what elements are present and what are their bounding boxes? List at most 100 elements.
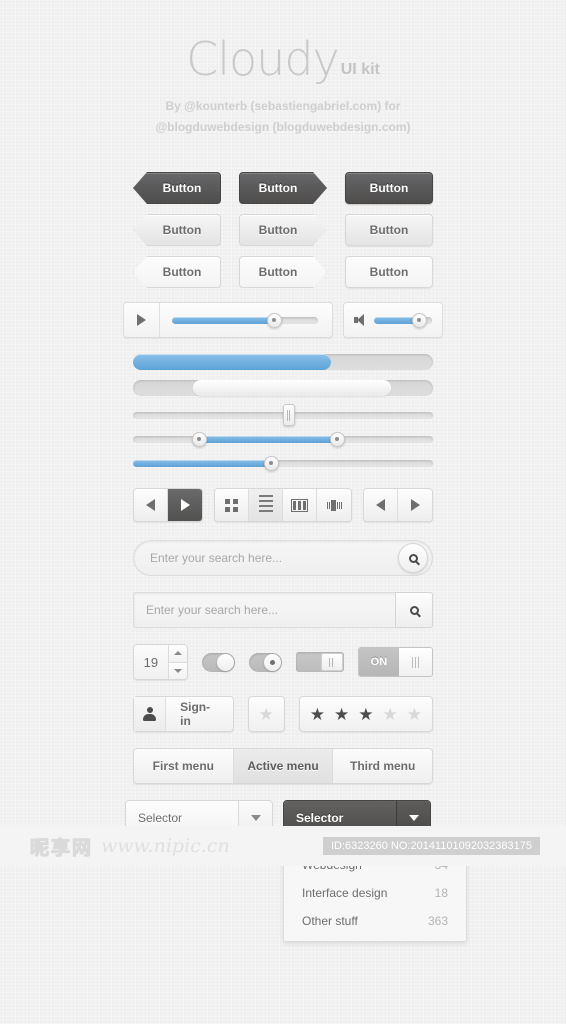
single-star-button[interactable]: ★ <box>247 696 285 732</box>
triangle-right-icon <box>410 499 420 511</box>
search-rounded-button[interactable] <box>398 543 428 573</box>
slider-grip-handle[interactable] <box>283 404 295 426</box>
button-shaded[interactable]: Button <box>345 214 433 246</box>
button-dark[interactable]: Button <box>345 172 433 204</box>
number-stepper[interactable]: 19 <box>133 644 189 680</box>
nav-button-group <box>133 488 203 522</box>
dropdown-item-count: 18 <box>434 886 448 900</box>
slider-grip[interactable] <box>133 404 433 426</box>
dropdown-item[interactable]: Other stuff 363 <box>284 907 466 935</box>
search-icon <box>409 605 419 615</box>
player-progress-track[interactable] <box>172 312 318 328</box>
buttons-section: Button Button Button Button Button Butto… <box>0 172 566 288</box>
star-icon[interactable]: ★ <box>259 706 274 723</box>
toggle-on-off[interactable]: ON <box>357 647 433 677</box>
tab-active-menu[interactable]: Active menu <box>233 749 334 783</box>
pager-next-button[interactable] <box>398 489 432 521</box>
toggle-dot[interactable] <box>249 652 282 672</box>
star-icon[interactable]: ★ <box>334 706 349 723</box>
search-square-input[interactable]: Enter your search here... <box>146 603 395 617</box>
tab-third-menu[interactable]: Third menu <box>333 749 432 783</box>
chevron-down-icon <box>408 815 419 821</box>
dropdown-item[interactable]: Interface design 18 <box>284 879 466 907</box>
nav-prev-button[interactable] <box>134 489 168 521</box>
signin-label: Sign-in <box>180 700 211 728</box>
button-back-dark[interactable]: Button <box>133 172 221 204</box>
stepper-down-button[interactable] <box>168 662 188 679</box>
slider-range-track[interactable] <box>133 435 433 443</box>
pager-prev-button[interactable] <box>364 489 398 521</box>
view-list-button[interactable] <box>249 489 283 521</box>
byline-line-1: By @kounterb (sebastiengabriel.com) for <box>165 99 401 113</box>
play-icon <box>137 314 146 326</box>
player-progress-knob[interactable] <box>266 312 282 328</box>
range-bar-white[interactable] <box>133 380 433 396</box>
toggle-on-handle <box>399 648 432 676</box>
view-column-button[interactable] <box>283 489 317 521</box>
person-icon <box>143 707 157 721</box>
button-light[interactable]: Button <box>345 256 433 288</box>
play-button[interactable] <box>124 303 160 337</box>
slider-range-fill <box>199 435 337 443</box>
search-icon <box>408 553 418 563</box>
button-back-light[interactable]: Button <box>133 256 221 288</box>
media-player-section <box>123 302 443 338</box>
volume-knob[interactable] <box>411 312 427 328</box>
toggle-on-label: ON <box>358 648 400 676</box>
watermark-bar: 昵享网 www.nipic.cn ID:6323260 NO:201411010… <box>0 826 566 866</box>
slider-range-dual[interactable] <box>133 430 433 448</box>
toolbar-section <box>133 488 433 522</box>
star-icon[interactable]: ★ <box>310 706 325 723</box>
tab-first-menu[interactable]: First menu <box>134 749 234 783</box>
nav-next-button[interactable] <box>168 489 202 521</box>
toggle-grip[interactable] <box>296 652 344 672</box>
pager-button-group <box>363 488 433 522</box>
button-next-dark[interactable]: Button <box>239 172 327 204</box>
speaker-icon <box>354 314 366 326</box>
button-row-shaded: Button Button Button <box>133 214 433 246</box>
toggle-knob <box>264 653 281 671</box>
menu-tabs: First menu Active menu Third menu <box>133 748 433 784</box>
slider-single[interactable] <box>133 454 433 472</box>
progress-sliders-section <box>133 354 433 472</box>
watermark-logo: 昵享网 <box>29 836 94 859</box>
column-view-icon <box>291 498 308 512</box>
toggle-plain[interactable] <box>202 652 236 672</box>
signin-button[interactable]: Sign-in <box>133 696 234 732</box>
slider-range-knob-high[interactable] <box>329 431 345 447</box>
stepper-up-button[interactable] <box>168 645 188 663</box>
controls-row: 19 ON <box>133 644 433 680</box>
slider-single-fill <box>133 459 271 467</box>
slider-single-track[interactable] <box>133 459 433 467</box>
chevron-down-icon <box>173 668 182 673</box>
star-icon[interactable]: ★ <box>358 706 373 723</box>
dropdown-item-count: 363 <box>427 914 448 928</box>
button-next-shaded[interactable]: Button <box>239 214 327 246</box>
byline-line-2: @blogduwebdesign (blogduwebdesign.com) <box>155 120 411 134</box>
progress-bar-blue <box>133 354 433 370</box>
triangle-left-icon <box>376 499 385 511</box>
coverflow-view-icon <box>326 499 342 511</box>
view-mode-group <box>214 488 352 522</box>
toggle-knob <box>217 653 235 671</box>
search-rounded[interactable]: Enter your search here... <box>133 540 433 576</box>
ui-kit-page: Cloudy UI kit By @kounterb (sebastiengabr… <box>0 0 566 942</box>
view-grid-button[interactable] <box>215 489 249 521</box>
stepper-value[interactable]: 19 <box>134 645 169 679</box>
slider-single-knob[interactable] <box>263 455 279 471</box>
search-square[interactable]: Enter your search here... <box>133 592 433 628</box>
search-square-button[interactable] <box>395 592 433 628</box>
button-back-shaded[interactable]: Button <box>133 214 221 246</box>
search-rounded-input[interactable]: Enter your search here... <box>150 551 398 565</box>
view-coverflow-button[interactable] <box>317 489 351 521</box>
button-row-dark: Button Button Button <box>133 172 433 204</box>
star-rating[interactable]: ★ ★ ★ ★ ★ <box>298 696 433 732</box>
triangle-left-icon <box>146 499 155 511</box>
chevron-up-icon <box>173 651 182 656</box>
volume-track[interactable] <box>374 312 432 328</box>
button-next-light[interactable]: Button <box>239 256 327 288</box>
slider-range-knob-low[interactable] <box>191 431 207 447</box>
star-icon[interactable]: ★ <box>407 706 422 723</box>
range-bar-fill[interactable] <box>193 380 391 396</box>
star-icon[interactable]: ★ <box>383 706 398 723</box>
